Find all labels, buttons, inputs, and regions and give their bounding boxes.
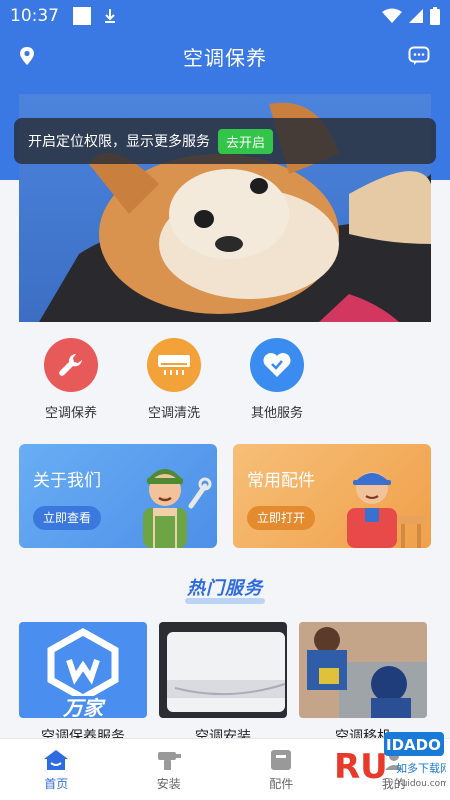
hot-card-relocate[interactable]	[299, 622, 427, 718]
app-header: 空调保养	[0, 36, 450, 76]
svg-text:ruidou.com: ruidou.com	[398, 779, 446, 789]
staff-illustration	[347, 472, 425, 548]
nav-label: 配件	[269, 776, 294, 791]
drill-icon	[157, 751, 181, 770]
brand-name: 万家	[63, 696, 103, 718]
worker-illustration	[143, 469, 212, 548]
card-title: 常用配件	[247, 471, 315, 491]
svg-text:RU: RU	[334, 747, 388, 787]
about-us-card[interactable]: 关于我们 立即查看	[19, 444, 217, 548]
wrench-icon	[44, 338, 98, 392]
hot-services-title: 热门服务	[187, 578, 263, 599]
view-now-button[interactable]: 立即查看	[33, 506, 102, 530]
technician-photo	[299, 622, 427, 718]
service-shortcuts: 空调保养 空调清洗 其他服务	[0, 338, 450, 428]
nav-install[interactable]: 安装	[113, 739, 226, 800]
service-maintenance[interactable]: 空调保养	[21, 338, 121, 421]
page-title: 空调保养	[183, 45, 267, 70]
status-time: 10:37	[10, 6, 59, 26]
svg-text:如多下载网: 如多下载网	[396, 761, 446, 775]
svg-text:IDADO: IDADO	[386, 736, 441, 754]
nav-label: 安装	[156, 776, 181, 791]
status-bar: 10:37	[0, 0, 450, 32]
card-title: 关于我们	[33, 471, 101, 491]
notification-square-icon	[73, 7, 91, 25]
signal-icon	[409, 9, 423, 23]
heart-icon	[250, 338, 304, 392]
ac-unit-photo	[159, 622, 287, 718]
service-label: 空调保养	[44, 406, 97, 421]
service-cleaning[interactable]: 空调清洗	[124, 338, 224, 421]
hot-card-maintenance[interactable]: 万家	[19, 622, 147, 718]
location-permission-toast: 开启定位权限，显示更多服务 去开启	[14, 118, 436, 164]
download-icon	[105, 9, 115, 23]
nav-parts[interactable]: 配件	[225, 739, 338, 800]
battery-icon	[430, 7, 440, 25]
nav-label: 首页	[44, 776, 69, 791]
parts-card[interactable]: 常用配件 立即打开	[233, 444, 431, 548]
open-now-button[interactable]: 立即打开	[247, 506, 316, 530]
nav-home[interactable]: 首页	[0, 739, 113, 800]
service-label: 其他服务	[250, 406, 303, 421]
air-conditioner-icon	[147, 338, 201, 392]
enable-location-button[interactable]: 去开启	[218, 128, 274, 154]
status-indicators	[382, 7, 440, 25]
watermark-logo: IDADO RU 如多下载网 ruidou.com	[334, 732, 446, 789]
message-icon[interactable]	[408, 45, 430, 67]
toast-message: 开启定位权限，显示更多服务	[28, 134, 210, 150]
service-label: 空调清洗	[147, 406, 200, 421]
wifi-icon	[382, 8, 402, 23]
home-icon	[44, 749, 69, 770]
title-underline	[185, 598, 265, 604]
box-icon	[271, 749, 292, 770]
hot-card-install[interactable]	[159, 622, 287, 718]
service-other[interactable]: 其他服务	[227, 338, 327, 421]
location-pin-icon[interactable]	[18, 46, 36, 66]
